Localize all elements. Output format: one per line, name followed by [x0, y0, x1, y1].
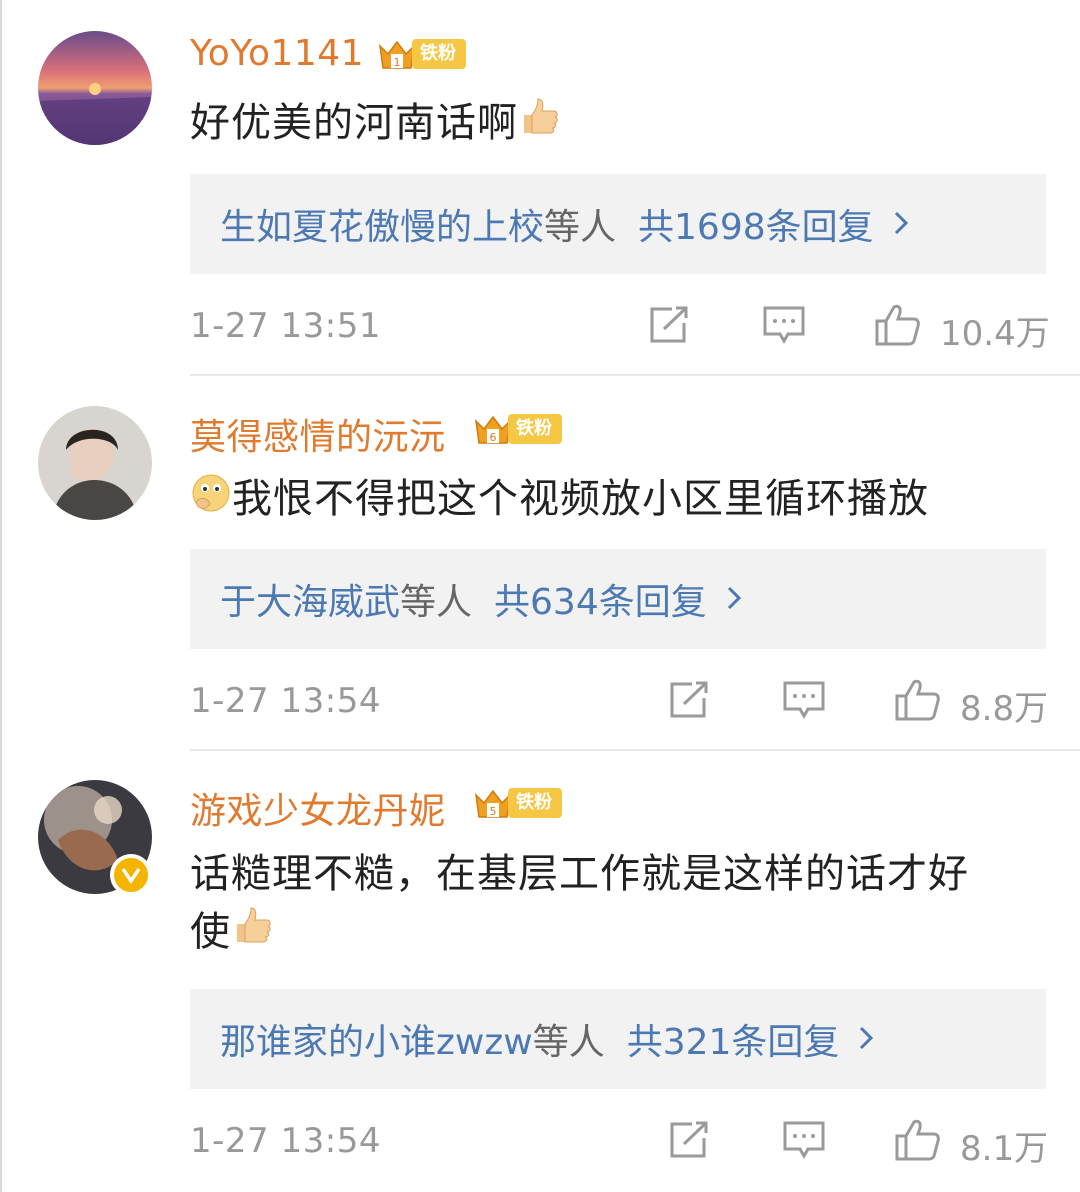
replies-link[interactable]: 生如夏花傲慢的上校 等人 共1698条回复	[190, 174, 1046, 274]
reply-etc: 等人	[544, 207, 617, 248]
reply-count[interactable]: 共321条回复	[627, 1013, 840, 1065]
badge-label: 铁粉	[508, 414, 562, 444]
like-icon[interactable]	[874, 303, 922, 351]
svg-text:1: 1	[394, 56, 401, 69]
comment-time: 1-27 13:54	[190, 681, 381, 721]
comment-icon[interactable]	[782, 1120, 826, 1164]
replies-link[interactable]: 于大海威武 等人 共634条回复	[190, 549, 1046, 649]
thumbs-up-emoji	[518, 95, 562, 155]
avatar[interactable]	[38, 406, 152, 520]
share-icon[interactable]	[668, 680, 712, 724]
comment-text-line: 话糙理不糙，在基层工作就是这样的话才好	[190, 851, 969, 897]
verified-icon	[110, 854, 152, 896]
replies-link[interactable]: 那谁家的小谁zwzw 等人 共321条回复	[190, 989, 1046, 1089]
comment-text: 我恨不得把这个视频放小区里循环播放	[190, 470, 1050, 530]
comment-time: 1-27 13:51	[190, 306, 381, 346]
comment-icon[interactable]	[782, 680, 826, 724]
thinking-emoji	[190, 472, 232, 530]
reply-count[interactable]: 共634条回复	[494, 573, 707, 625]
username[interactable]: YoYo1141	[190, 33, 364, 74]
comment-text: 话糙理不糙，在基层工作就是这样的话才好 使	[190, 845, 1050, 964]
comment-icon[interactable]	[762, 305, 806, 349]
chevron-right-icon	[725, 579, 743, 620]
comment-text-content: 好优美的河南话啊	[190, 100, 518, 146]
fan-badge[interactable]: 5 铁粉	[472, 786, 562, 820]
comment-text-line2: 使	[190, 903, 1050, 964]
username[interactable]: 莫得感情的沅沅	[190, 408, 446, 460]
fan-badge[interactable]: 1 铁粉	[376, 37, 466, 71]
badge-label: 铁粉	[508, 788, 562, 818]
fan-badge[interactable]: 6 铁粉	[472, 412, 562, 446]
svg-text:5: 5	[490, 805, 497, 818]
svg-text:6: 6	[490, 431, 497, 444]
share-icon[interactable]	[648, 305, 692, 349]
divider	[190, 374, 1080, 376]
reply-etc: 等人	[400, 582, 473, 623]
divider	[190, 749, 1080, 751]
comment-text: 好优美的河南话啊	[190, 94, 1050, 155]
reply-etc: 等人	[532, 1022, 605, 1063]
thumbs-up-emoji	[231, 904, 275, 964]
comment-time: 1-27 13:54	[190, 1121, 381, 1161]
reply-count[interactable]: 共1698条回复	[638, 198, 874, 250]
like-icon[interactable]	[894, 1118, 942, 1166]
chevron-right-icon	[892, 204, 910, 245]
like-count: 10.4万	[940, 314, 1050, 354]
comment-text-content: 使	[190, 909, 231, 955]
reply-usernames[interactable]: 那谁家的小谁zwzw	[220, 1013, 533, 1065]
comment-list: YoYo1141 1 铁粉 好优美的河南话啊 生如夏花傲慢的上校 等人 共169…	[0, 0, 1080, 1192]
reply-usernames[interactable]: 生如夏花傲慢的上校	[220, 198, 544, 250]
share-icon[interactable]	[668, 1120, 712, 1164]
avatar[interactable]	[38, 31, 152, 145]
comment-text-content: 我恨不得把这个视频放小区里循环播放	[232, 476, 929, 522]
badge-label: 铁粉	[412, 39, 466, 69]
username[interactable]: 游戏少女龙丹妮	[190, 782, 446, 834]
like-count: 8.8万	[960, 689, 1049, 729]
chevron-right-icon	[857, 1019, 875, 1060]
like-icon[interactable]	[894, 678, 942, 726]
reply-usernames[interactable]: 于大海威武	[220, 573, 400, 625]
like-count: 8.1万	[960, 1129, 1049, 1169]
